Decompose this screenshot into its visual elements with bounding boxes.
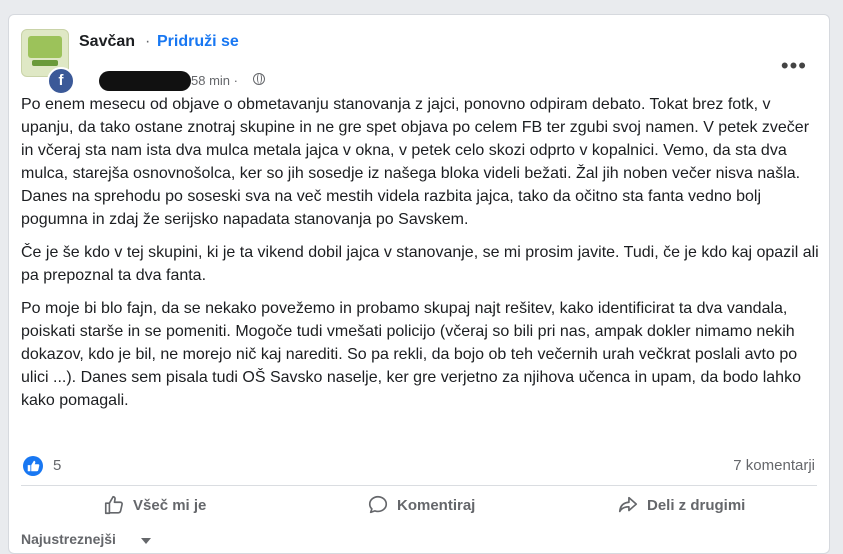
post-card: f Savčan · Pridruži se 58 min · ••• Po e…	[8, 14, 830, 554]
share-icon	[618, 496, 638, 513]
like-label: Všeč mi je	[133, 496, 207, 514]
comments-count-link[interactable]: 7 komentarji	[733, 457, 815, 474]
post-timestamp[interactable]: 58 min ·	[191, 73, 238, 88]
comment-button[interactable]: Komentiraj	[367, 489, 475, 521]
page-f-icon[interactable]: f	[47, 67, 75, 95]
like-reaction-icon	[23, 456, 43, 476]
reaction-count: 5	[53, 457, 62, 474]
more-icon[interactable]: •••	[781, 55, 807, 77]
comment-label: Komentiraj	[397, 496, 476, 514]
header-separator: ·	[145, 33, 151, 50]
post-paragraph-2: Če je še kdo v tej skupini, ki je ta vik…	[21, 244, 819, 284]
avatar-image-bottom	[32, 60, 58, 66]
post-header: f Savčan · Pridruži se 58 min · •••	[21, 29, 817, 95]
join-group-link[interactable]: Pridruži se	[157, 33, 239, 51]
actions-divider	[21, 485, 817, 486]
post-actions: Všeč mi je Komentiraj Deli z drugimi	[21, 489, 817, 525]
comment-icon	[368, 495, 388, 514]
post-paragraph-1: Po enem mesecu od objave o obmetavanju s…	[21, 96, 810, 228]
share-label: Deli z drugimi	[647, 496, 746, 514]
post-paragraph-3: Po moje bi blo fajn, da se nekako poveže…	[21, 300, 801, 409]
globe-icon	[253, 73, 265, 85]
redacted-author-name	[99, 71, 191, 91]
post-text: Po enem mesecu od objave o obmetavanju s…	[21, 93, 821, 422]
comment-sort-selector[interactable]: Najustreznejši	[21, 531, 116, 547]
avatar-image	[28, 36, 62, 58]
share-button[interactable]: Deli z drugimi	[617, 489, 745, 521]
thumbs-up-icon	[104, 495, 123, 515]
group-name[interactable]: Savčan	[79, 33, 135, 51]
like-button[interactable]: Všeč mi je	[103, 489, 206, 521]
